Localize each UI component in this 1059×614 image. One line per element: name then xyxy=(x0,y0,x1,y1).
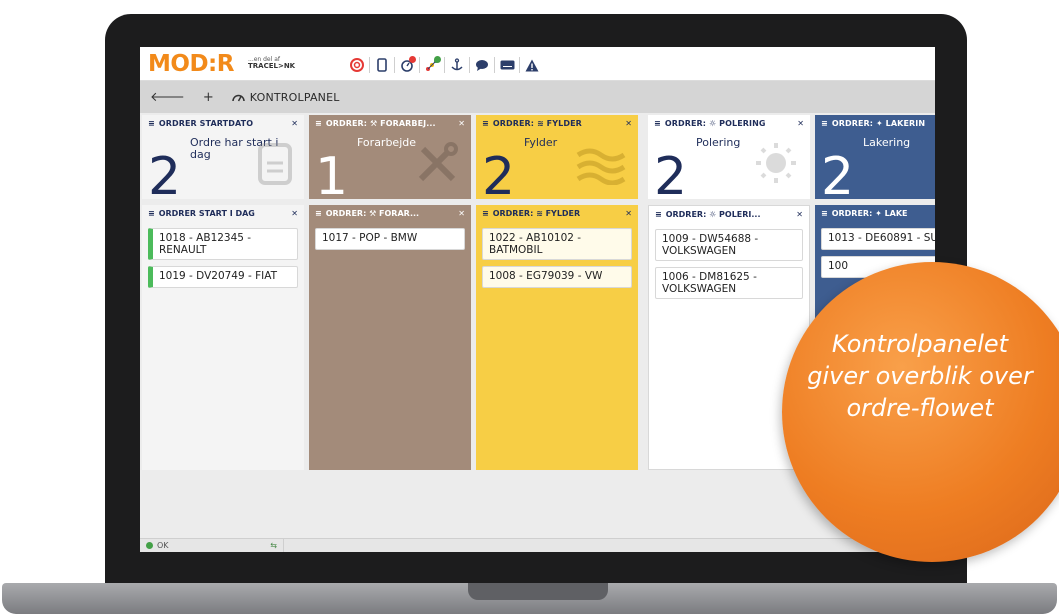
card-header: ≡ ORDRER: ⚒ FORARBEJ... ✕ xyxy=(309,115,471,131)
card-count: 1 xyxy=(315,147,349,207)
status-ok-icon xyxy=(146,542,153,549)
order-item[interactable]: 1019 - DV20749 - FIAT xyxy=(148,266,298,288)
column-fylder: ≡ ORDRER: ≋ FYLDER ✕ 1022 - AB10102 - BA… xyxy=(476,205,638,470)
breadcrumb-label: KONTROLPANEL xyxy=(249,90,340,104)
close-icon[interactable]: ✕ xyxy=(287,209,298,218)
toolbar-separator xyxy=(494,57,495,73)
card-count: 2 xyxy=(148,147,182,207)
summary-card-polering[interactable]: ≡ ORDRER: ☼ POLERING ✕ 2 Polering xyxy=(648,115,810,203)
menu-icon[interactable]: ≡ xyxy=(821,209,828,218)
card-count: 2 xyxy=(821,147,855,207)
column-forarbejde: ≡ ORDRER: ⚒ FORAR... ✕ 1017 - POP - BMW xyxy=(309,205,471,470)
toolbar-separator xyxy=(519,57,520,73)
menu-icon[interactable]: ≡ xyxy=(148,119,155,128)
column-header: ≡ ORDRER: ☼ POLERI... ✕ xyxy=(649,206,809,223)
network-icon[interactable] xyxy=(421,56,443,74)
card-header: ≡ ORDRER: ✦ LAKERIN xyxy=(815,115,935,131)
column-header: ≡ ORDRER: ≋ FYLDER ✕ xyxy=(476,205,638,222)
logo-subtitle: ...en del af TRACEL>NK xyxy=(248,56,295,70)
card-title: ORDRER: ⚒ FORARBEJ... xyxy=(325,118,436,128)
order-item[interactable]: 1006 - DM81625 - VOLKSWAGEN xyxy=(655,267,803,299)
order-item[interactable]: 1022 - AB10102 - BATMOBIL xyxy=(482,228,632,260)
waves-icon xyxy=(576,145,626,193)
laptop-notch xyxy=(468,583,608,600)
modr-logo[interactable]: MOD:R xyxy=(148,51,234,77)
card-header: ≡ ORDRER: ☼ POLERING ✕ xyxy=(648,115,810,131)
filter-icon[interactable]: ⇆ xyxy=(270,541,277,550)
document-icon xyxy=(258,143,292,193)
close-icon[interactable]: ✕ xyxy=(454,209,465,218)
add-plus-icon[interactable]: + xyxy=(203,90,214,105)
column-header: ≡ ORDRER: ⚒ FORAR... ✕ xyxy=(309,205,471,222)
toolbar-separator xyxy=(419,57,420,73)
logo-sub-line2: TRACEL>NK xyxy=(248,62,296,70)
order-item[interactable]: 1009 - DW54688 - VOLKSWAGEN xyxy=(655,229,803,261)
order-item[interactable]: 1017 - POP - BMW xyxy=(315,228,465,250)
card-title: ORDRER: ≋ FYLDER xyxy=(492,118,582,128)
close-icon[interactable]: ✕ xyxy=(793,119,804,128)
close-icon[interactable]: ✕ xyxy=(792,210,803,219)
menu-icon[interactable]: ≡ xyxy=(482,209,489,218)
column-header: ≡ ORDRER START I DAG ✕ xyxy=(142,205,304,222)
stopwatch-icon[interactable] xyxy=(396,56,418,74)
status-ok: OK ⇆ xyxy=(140,539,284,552)
status-text: OK xyxy=(157,541,169,550)
sun-icon xyxy=(754,141,798,193)
card-title: ORDRER STARTDATO xyxy=(158,118,254,128)
order-item[interactable]: 1008 - EG79039 - VW xyxy=(482,266,632,288)
close-icon[interactable]: ✕ xyxy=(621,119,632,128)
lifebuoy-icon[interactable] xyxy=(346,56,368,74)
card-description: Lakering xyxy=(863,136,911,149)
column-title: ORDRER: ☼ POLERI... xyxy=(665,210,761,219)
card-header: ≡ ORDRER STARTDATO ✕ xyxy=(142,115,304,131)
card-header: ≡ ORDRER: ≋ FYLDER ✕ xyxy=(476,115,638,131)
gauge-icon xyxy=(232,94,245,101)
summary-card-startdato[interactable]: ≡ ORDRER STARTDATO ✕ 2 Ordre har start i… xyxy=(142,115,304,203)
nav-bar: 🡐 + KONTROLPANEL xyxy=(140,81,935,113)
summary-card-fylder[interactable]: ≡ ORDRER: ≋ FYLDER ✕ 2 Fylder xyxy=(476,115,638,203)
menu-icon[interactable]: ≡ xyxy=(315,119,322,128)
warning-icon[interactable] xyxy=(521,56,543,74)
summary-card-lakering[interactable]: ≡ ORDRER: ✦ LAKERIN 2 Lakering xyxy=(815,115,935,203)
notification-dot xyxy=(409,56,416,63)
phone-icon[interactable] xyxy=(371,56,393,74)
menu-icon[interactable]: ≡ xyxy=(148,209,155,218)
menu-icon[interactable]: ≡ xyxy=(654,119,661,128)
anchor-icon[interactable] xyxy=(446,56,468,74)
order-item[interactable]: 1018 - AB12345 - RENAULT xyxy=(148,228,298,260)
toolbar-icons xyxy=(346,55,543,75)
order-item[interactable]: 1013 - DE60891 - SUZUKI xyxy=(821,228,935,250)
column-title: ORDRER: ≋ FYLDER xyxy=(492,209,581,218)
status-bar: OK ⇆ xyxy=(140,538,935,552)
menu-icon[interactable]: ≡ xyxy=(315,209,322,218)
menu-icon[interactable]: ≡ xyxy=(821,119,828,128)
card-count: 2 xyxy=(482,147,516,207)
toolbar-separator xyxy=(394,57,395,73)
toolbar-separator xyxy=(369,57,370,73)
status-dot xyxy=(434,56,441,63)
tools-icon xyxy=(415,141,459,193)
card-title: ORDRER: ☼ POLERING xyxy=(664,118,766,128)
close-icon[interactable]: ✕ xyxy=(287,119,298,128)
menu-icon[interactable]: ≡ xyxy=(655,210,662,219)
column-title: ORDRER: ⚒ FORAR... xyxy=(325,209,420,218)
promo-text: Kontrolpanelet giver overblik over ordre… xyxy=(807,330,1033,422)
summary-card-forarbejde[interactable]: ≡ ORDRER: ⚒ FORARBEJ... ✕ 1 Forarbejde xyxy=(309,115,471,203)
breadcrumb[interactable]: KONTROLPANEL xyxy=(232,91,340,104)
close-icon[interactable]: ✕ xyxy=(454,119,465,128)
toolbar-separator xyxy=(444,57,445,73)
close-icon[interactable]: ✕ xyxy=(621,209,632,218)
column-header: ≡ ORDRER: ✦ LAKE xyxy=(815,205,935,222)
top-bar: MOD:R ...en del af TRACEL>NK xyxy=(140,47,935,81)
back-arrow-icon[interactable]: 🡐 xyxy=(150,89,185,105)
card-count: 2 xyxy=(654,147,688,207)
toolbar-separator xyxy=(469,57,470,73)
card-title: ORDRER: ✦ LAKERIN xyxy=(831,118,926,128)
menu-icon[interactable]: ≡ xyxy=(482,119,489,128)
column-title: ORDRER: ✦ LAKE xyxy=(831,209,908,218)
column-title: ORDRER START I DAG xyxy=(158,209,255,218)
chat-icon[interactable] xyxy=(471,56,493,74)
keyboard-icon[interactable] xyxy=(496,56,518,74)
column-start-i-dag: ≡ ORDRER START I DAG ✕ 1018 - AB12345 - … xyxy=(142,205,304,470)
